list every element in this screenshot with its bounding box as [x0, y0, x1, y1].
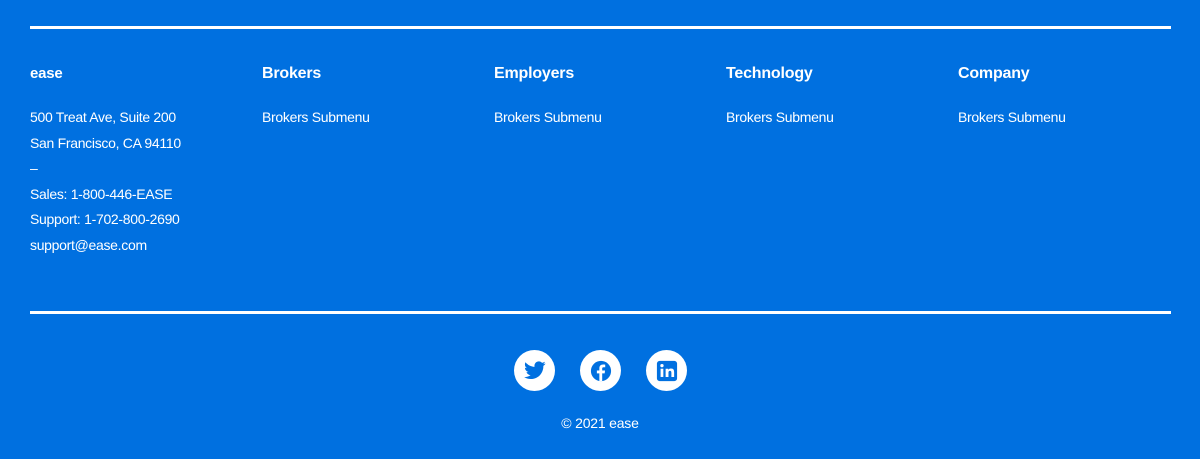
- sales-phone[interactable]: Sales: 1-800-446-EASE: [30, 182, 250, 208]
- employers-submenu-link[interactable]: Brokers Submenu: [494, 108, 602, 126]
- address-line-1: 500 Treat Ave, Suite 200: [30, 109, 176, 125]
- top-divider: [30, 26, 1171, 29]
- brand-name: ease: [30, 65, 63, 82]
- bottom-divider: [30, 311, 1171, 314]
- support-phone[interactable]: Support: 1-702-800-2690: [30, 207, 250, 233]
- facebook-link[interactable]: [580, 350, 621, 391]
- footer-column-brokers: Brokers Brokers Submenu: [262, 64, 482, 127]
- social-links: [514, 350, 687, 391]
- footer-column-technology: Technology Brokers Submenu: [726, 64, 946, 127]
- column-title-brokers: Brokers: [262, 65, 322, 82]
- address-line-2: San Francisco, CA 94110: [30, 134, 181, 151]
- twitter-icon: [523, 361, 546, 380]
- column-title-technology: Technology: [726, 65, 813, 82]
- facebook-icon: [590, 360, 611, 381]
- footer-brand-column: ease 500 Treat Ave, Suite 200 San Franci…: [30, 64, 250, 258]
- support-email[interactable]: support@ease.com: [30, 233, 250, 259]
- column-title-employers: Employers: [494, 65, 575, 82]
- footer-column-employers: Employers Brokers Submenu: [494, 64, 714, 127]
- linkedin-link[interactable]: [646, 350, 687, 391]
- copyright: © 2021 ease: [561, 415, 639, 431]
- twitter-link[interactable]: [514, 350, 555, 391]
- footer-column-company: Company Brokers Submenu: [958, 64, 1178, 127]
- company-submenu-link[interactable]: Brokers Submenu: [958, 108, 1066, 126]
- contact-separator: –: [30, 160, 38, 176]
- linkedin-icon: [656, 360, 677, 381]
- contact-info: 500 Treat Ave, Suite 200 San Francisco, …: [30, 105, 250, 258]
- brokers-submenu-link[interactable]: Brokers Submenu: [262, 108, 370, 126]
- technology-submenu-link[interactable]: Brokers Submenu: [726, 108, 834, 126]
- column-title-company: Company: [958, 65, 1030, 82]
